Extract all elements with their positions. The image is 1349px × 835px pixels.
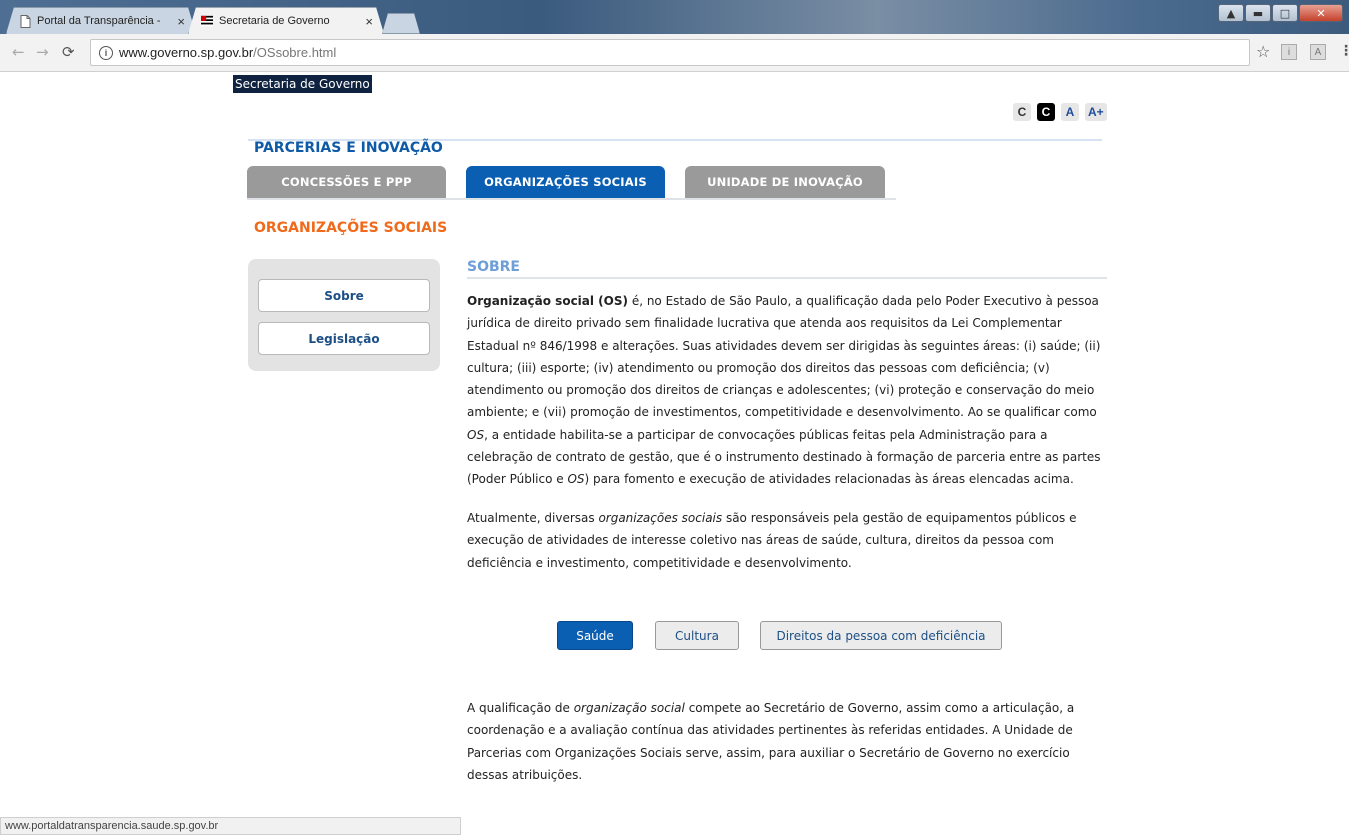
tab-organizacoes-sociais[interactable]: ORGANIZAÇÕES SOCIAIS bbox=[466, 166, 665, 198]
contrast-normal-button[interactable]: C bbox=[1013, 103, 1031, 121]
text: A qualificação de bbox=[467, 701, 574, 715]
tab-title: Portal da Transparência - bbox=[37, 15, 161, 27]
minimize-icon[interactable]: ▬ bbox=[1245, 4, 1271, 22]
maximize-icon[interactable]: □ bbox=[1272, 4, 1298, 22]
sidebar-item-sobre[interactable]: Sobre bbox=[258, 279, 430, 312]
extension-icon[interactable]: i bbox=[1281, 44, 1297, 60]
paragraph-current: Atualmente, diversas organizações sociai… bbox=[467, 507, 1112, 574]
content-title: SOBRE bbox=[467, 259, 1107, 279]
paragraph-qualificacao: A qualificação de organização social com… bbox=[467, 697, 1112, 786]
section-tabs: CONCESSÕES E PPP ORGANIZAÇÕES SOCIAIS UN… bbox=[247, 166, 896, 200]
close-tab-icon[interactable]: × bbox=[177, 14, 185, 29]
status-bar: www.portaldatransparencia.saude.sp.gov.b… bbox=[0, 817, 461, 835]
browser-toolbar: ← → ⟳ i www.governo.sp.gov.br/OSsobre.ht… bbox=[0, 34, 1349, 72]
font-increase-button[interactable]: A+ bbox=[1085, 103, 1107, 121]
em-term: OS bbox=[467, 427, 485, 442]
sp-flag-icon bbox=[201, 15, 213, 28]
browser-tab-secretaria[interactable]: Secretaria de Governo × bbox=[188, 7, 384, 34]
user-icon[interactable]: ▲ bbox=[1218, 4, 1244, 22]
sidebar-item-legislacao[interactable]: Legislação bbox=[258, 322, 430, 355]
close-tab-icon[interactable]: × bbox=[365, 14, 373, 29]
tab-unidade-inovacao[interactable]: UNIDADE DE INOVAÇÃO bbox=[685, 166, 885, 198]
reload-icon[interactable]: ⟳ bbox=[62, 43, 75, 61]
site-label[interactable]: Secretaria de Governo bbox=[233, 75, 372, 93]
text: ) para fomento e execução de atividades … bbox=[584, 472, 1074, 487]
direitos-deficiencia-button[interactable]: Direitos da pessoa com deficiência bbox=[760, 621, 1002, 650]
page-heading: ORGANIZAÇÕES SOCIAIS bbox=[254, 220, 448, 236]
url-host: www.governo.sp.gov.br bbox=[119, 45, 254, 60]
tab-title: Secretaria de Governo bbox=[219, 15, 330, 27]
saude-button[interactable]: Saúde bbox=[557, 621, 633, 650]
new-tab-button[interactable] bbox=[382, 13, 420, 34]
section-title: PARCERIAS E INOVAÇÃO bbox=[254, 140, 443, 156]
menu-icon[interactable]: ⋮ bbox=[1339, 43, 1349, 59]
close-window-icon[interactable]: ✕ bbox=[1299, 4, 1343, 22]
em-term: organizações sociais bbox=[598, 511, 723, 525]
font-normal-button[interactable]: A bbox=[1061, 103, 1079, 121]
text: Atualmente, diversas bbox=[467, 511, 599, 525]
cultura-button[interactable]: Cultura bbox=[655, 621, 739, 650]
forward-icon[interactable]: → bbox=[36, 43, 49, 61]
bold-term: Organização social (OS) bbox=[467, 294, 628, 308]
extension-icon[interactable]: A bbox=[1310, 44, 1326, 60]
content-header: SOBRE bbox=[467, 259, 1107, 279]
url-path: /OSsobre.html bbox=[253, 45, 337, 60]
tab-concessoes[interactable]: CONCESSÕES E PPP bbox=[247, 166, 446, 198]
accessibility-controls: C C A A+ bbox=[1013, 103, 1107, 121]
page-icon bbox=[19, 15, 31, 28]
bookmark-star-icon[interactable]: ☆ bbox=[1256, 42, 1270, 61]
info-icon[interactable]: i bbox=[99, 45, 113, 60]
back-icon[interactable]: ← bbox=[12, 43, 25, 61]
window-controls: ▲ ▬ □ ✕ bbox=[1218, 4, 1343, 22]
browser-tab-portal[interactable]: Portal da Transparência - × bbox=[6, 7, 196, 34]
em-term: OS bbox=[567, 472, 585, 487]
sidebar: Sobre Legislação bbox=[248, 259, 440, 371]
contrast-high-button[interactable]: C bbox=[1037, 103, 1055, 121]
address-bar[interactable]: i www.governo.sp.gov.br/OSsobre.html bbox=[90, 39, 1250, 66]
window-titlebar: Portal da Transparência - × Secretaria d… bbox=[0, 0, 1349, 34]
text: é, no Estado de São Paulo, a qualificaçã… bbox=[467, 294, 1101, 420]
em-term: organização social bbox=[573, 701, 685, 715]
paragraph-intro: Organização social (OS) é, no Estado de … bbox=[467, 290, 1112, 491]
